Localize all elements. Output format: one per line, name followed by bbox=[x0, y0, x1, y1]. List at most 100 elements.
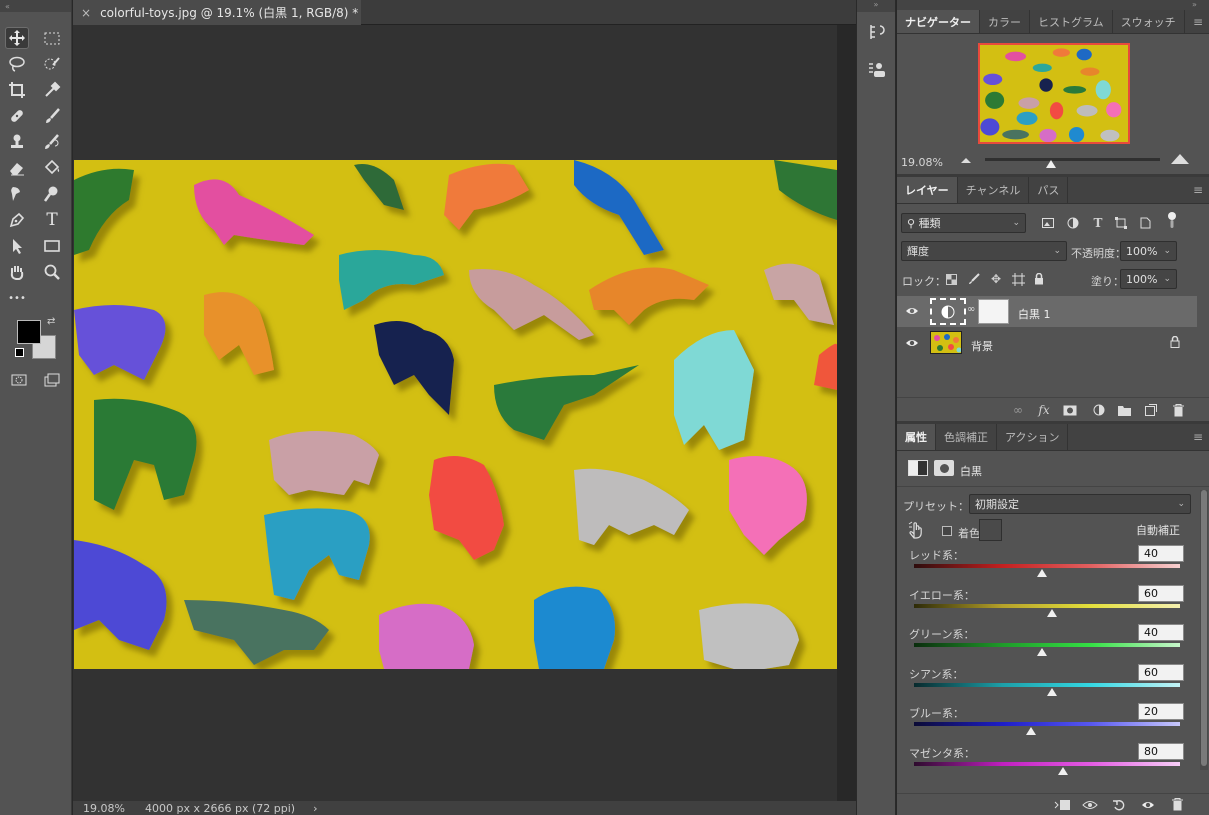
adjustment-layer-thumbnail[interactable] bbox=[930, 298, 966, 325]
navigator-zoom-thumb[interactable] bbox=[1046, 160, 1056, 168]
slider-value-input[interactable]: 40 bbox=[1138, 624, 1184, 641]
navigator-zoom-track[interactable] bbox=[985, 158, 1160, 161]
slider-value-input[interactable]: 40 bbox=[1138, 545, 1184, 562]
type-icon[interactable]: T bbox=[40, 209, 64, 231]
panel-menu-icon[interactable]: ≡ bbox=[1193, 177, 1209, 203]
layer-name[interactable]: 背景 bbox=[971, 338, 993, 354]
clip-to-layer-icon[interactable] bbox=[1054, 797, 1070, 813]
tab-channels[interactable]: チャンネル bbox=[958, 177, 1030, 203]
lock-artboard-icon[interactable] bbox=[1010, 271, 1026, 287]
mask-link-icon[interactable]: ∞ bbox=[967, 304, 975, 318]
adjustment-filter-icon[interactable] bbox=[1065, 215, 1081, 231]
slider-value-input[interactable]: 60 bbox=[1138, 664, 1184, 681]
add-mask-icon[interactable] bbox=[1062, 402, 1078, 418]
slider-thumb[interactable] bbox=[1057, 767, 1068, 775]
fx-icon[interactable]: fx bbox=[1036, 402, 1052, 418]
layer-mask-thumbnail[interactable] bbox=[978, 299, 1009, 324]
lock-pixels-icon[interactable] bbox=[966, 271, 982, 287]
pixel-filter-icon[interactable] bbox=[1040, 215, 1056, 231]
link-layers-icon[interactable]: ∞ bbox=[1010, 402, 1026, 418]
background-layer-thumbnail[interactable] bbox=[930, 331, 962, 354]
preset-select[interactable]: 初期設定 ⌄ bbox=[969, 494, 1191, 514]
blend-mode-select[interactable]: 輝度 ⌄ bbox=[901, 241, 1067, 261]
new-group-icon[interactable] bbox=[1116, 402, 1132, 418]
mask-properties-icon[interactable] bbox=[934, 460, 954, 476]
stamp-icon[interactable] bbox=[5, 131, 29, 153]
smart-object-filter-icon[interactable] bbox=[1137, 215, 1153, 231]
slider-thumb[interactable] bbox=[1047, 688, 1058, 696]
panel-collapse-icon[interactable]: » bbox=[897, 0, 1209, 10]
close-tab-icon[interactable]: × bbox=[81, 6, 91, 20]
slider-track[interactable] bbox=[914, 604, 1180, 608]
zoom-in-icon[interactable] bbox=[1170, 152, 1190, 166]
hand-icon[interactable] bbox=[5, 261, 29, 283]
more-icon[interactable]: ••• bbox=[5, 287, 29, 309]
slider-thumb[interactable] bbox=[1036, 569, 1047, 577]
zoom-icon[interactable] bbox=[40, 261, 64, 283]
properties-scrollbar[interactable] bbox=[1200, 490, 1208, 770]
swap-colors-icon[interactable]: ⇄ bbox=[47, 316, 55, 327]
slider-value-input[interactable]: 80 bbox=[1138, 743, 1184, 760]
tint-color-swatch[interactable] bbox=[979, 519, 1002, 541]
screen-mode-icon[interactable] bbox=[40, 369, 64, 391]
lock-all-icon[interactable] bbox=[1031, 271, 1047, 287]
auto-button[interactable]: 自動補正 bbox=[1131, 519, 1185, 541]
tab-swatches[interactable]: スウォッチ bbox=[1113, 10, 1185, 33]
view-previous-icon[interactable] bbox=[1082, 797, 1098, 813]
tab-navigator[interactable]: ナビゲーター bbox=[897, 10, 980, 33]
toggle-visibility-icon[interactable] bbox=[1140, 797, 1156, 813]
delete-layer-icon[interactable] bbox=[1170, 402, 1186, 418]
slider-thumb[interactable] bbox=[1036, 648, 1047, 656]
crop-icon[interactable] bbox=[5, 79, 29, 101]
layer-filter-select[interactable]: ⚲ 種類 ⌄ bbox=[901, 213, 1026, 233]
opacity-field[interactable]: 100% ⌄ bbox=[1120, 241, 1177, 261]
document-tab[interactable]: × colorful-toys.jpg @ 19.1% (白黒 1, RGB/8… bbox=[73, 0, 361, 25]
tab-properties[interactable]: 属性 bbox=[897, 424, 936, 450]
new-layer-icon[interactable] bbox=[1143, 402, 1159, 418]
targeted-adjustment-icon[interactable] bbox=[908, 521, 924, 539]
dock-grip[interactable]: » bbox=[857, 0, 895, 12]
rectangle-icon[interactable] bbox=[40, 235, 64, 257]
healing-icon[interactable] bbox=[5, 105, 29, 127]
pen-icon[interactable] bbox=[5, 209, 29, 231]
foreground-color-swatch[interactable] bbox=[17, 320, 41, 344]
layer-row-background[interactable]: 背景 bbox=[897, 328, 1197, 359]
navigator-zoom-value[interactable]: 19.08% bbox=[901, 156, 943, 169]
smudge-icon[interactable] bbox=[5, 183, 29, 205]
delete-adjustment-icon[interactable] bbox=[1169, 796, 1185, 812]
zoom-out-icon[interactable] bbox=[960, 155, 972, 165]
brush-icon[interactable] bbox=[40, 105, 64, 127]
panel-grip[interactable]: « bbox=[0, 0, 71, 12]
status-menu-arrow[interactable]: › bbox=[313, 802, 317, 815]
slider-value-input[interactable]: 60 bbox=[1138, 585, 1184, 602]
lock-transparency-icon[interactable] bbox=[943, 271, 959, 287]
marquee-icon[interactable] bbox=[40, 27, 64, 49]
tab-actions[interactable]: アクション bbox=[997, 424, 1069, 450]
history-panel-icon[interactable] bbox=[868, 22, 886, 42]
lock-position-icon[interactable]: ✥ bbox=[988, 271, 1004, 287]
document-canvas[interactable] bbox=[74, 160, 837, 669]
vertical-scrollbar[interactable] bbox=[839, 25, 854, 801]
history-brush-icon[interactable] bbox=[40, 131, 64, 153]
tab-layers[interactable]: レイヤー bbox=[897, 177, 958, 203]
path-select-icon[interactable] bbox=[5, 235, 29, 257]
slider-track[interactable] bbox=[914, 722, 1180, 726]
adjustment-type-icon[interactable] bbox=[908, 460, 928, 476]
slider-value-input[interactable]: 20 bbox=[1138, 703, 1184, 720]
move-icon[interactable] bbox=[5, 27, 29, 49]
panel-menu-icon[interactable]: ≡ bbox=[1193, 424, 1209, 450]
navigator-thumbnail[interactable] bbox=[978, 43, 1130, 144]
tab-adjustments[interactable]: 色調補正 bbox=[936, 424, 997, 450]
tab-paths[interactable]: パス bbox=[1029, 177, 1069, 203]
slider-track[interactable] bbox=[914, 564, 1180, 568]
dodge-icon[interactable] bbox=[40, 183, 64, 205]
type-filter-icon[interactable]: T bbox=[1090, 215, 1106, 231]
visibility-eye-icon[interactable] bbox=[905, 337, 919, 349]
properties-panel-icon[interactable] bbox=[868, 60, 886, 80]
tab-histogram[interactable]: ヒストグラム bbox=[1030, 10, 1113, 33]
eraser-icon[interactable] bbox=[5, 157, 29, 179]
slider-track[interactable] bbox=[914, 643, 1180, 647]
slider-thumb[interactable] bbox=[1026, 727, 1037, 735]
tint-checkbox[interactable] bbox=[942, 526, 952, 536]
slider-thumb[interactable] bbox=[1047, 609, 1058, 617]
